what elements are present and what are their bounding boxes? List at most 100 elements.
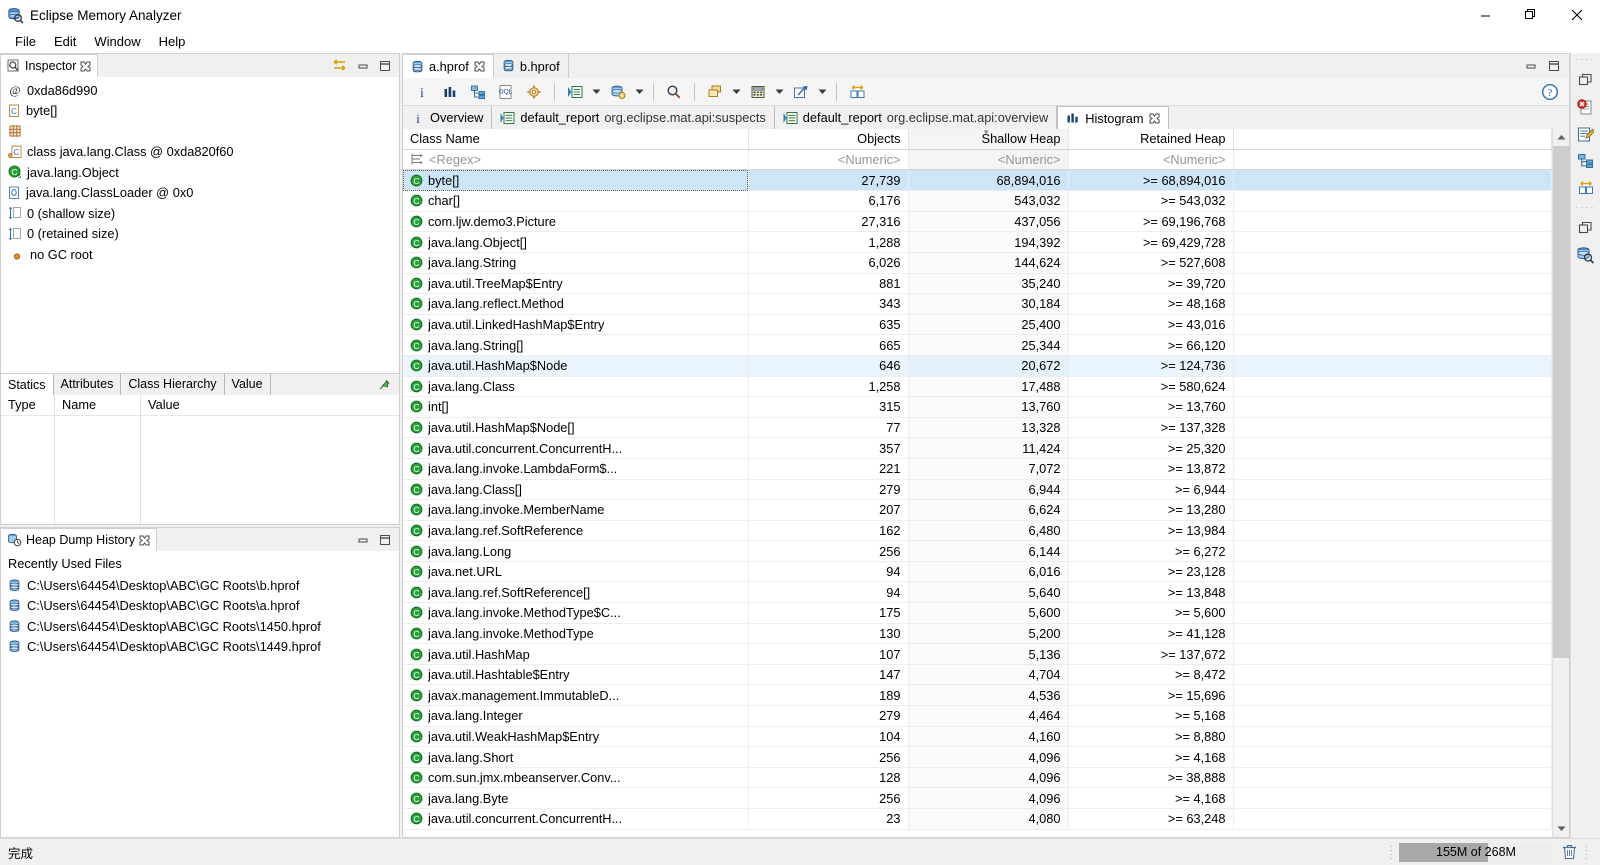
cell-objects[interactable]: 27,316 [748,211,909,233]
cell-retained-heap[interactable]: >= 543,032 [1068,190,1234,212]
cell-objects[interactable]: 6,176 [748,190,909,212]
cell-objects[interactable]: 189 [748,684,909,707]
col-shallow-heap[interactable]: ▾ Shallow Heap [908,128,1069,150]
table-row[interactable]: Cjava.lang.invoke.MemberName 207 6,624 >= 1… [403,499,1552,521]
query-browser-icon[interactable] [605,80,631,104]
cell-objects[interactable]: 279 [748,705,909,727]
chevron-down-icon[interactable] [773,80,786,104]
maximize-button[interactable] [1508,0,1554,30]
cell-class-name[interactable]: Cjava.lang.String[] [403,334,749,356]
chevron-down-icon[interactable] [590,80,603,104]
calculator-icon[interactable] [745,80,771,104]
close-icon[interactable] [474,61,485,72]
table-row[interactable]: Cjava.util.HashMap$Node[] 77 13,328 >= 137,… [403,417,1552,439]
table-row[interactable]: Cjava.lang.Class[] 279 6,944 >= 6,944 [403,479,1552,501]
cell-class-name[interactable]: Ccom.sun.jmx.mbeanserver.Conv... [403,767,749,789]
cell-class-name[interactable]: Cjava.lang.Integer [403,705,749,727]
dominator-tree-view-icon[interactable] [1574,150,1598,172]
col-retained-heap[interactable]: Retained Heap [1068,129,1234,150]
cell-objects[interactable]: 162 [748,520,909,542]
cell-objects[interactable]: 221 [748,458,909,480]
table-row[interactable]: Cjava.lang.invoke.LambdaForm$... 221 7,072… [403,458,1552,480]
result-tab-overview[interactable]: i Overview [403,106,493,129]
table-row[interactable]: Cjava.lang.Short 256 4,096 >= 4,168 [403,746,1552,768]
table-row[interactable]: Cjava.lang.String[] 665 25,344 >= 66,120 [403,334,1552,356]
cell-shallow-heap[interactable]: 4,160 [908,726,1069,748]
cell-objects[interactable]: 94 [748,561,909,583]
scroll-up-button[interactable] [1553,129,1569,146]
cell-retained-heap[interactable]: >= 23,128 [1068,561,1234,583]
table-row[interactable]: Cjava.lang.Integer 279 4,464 >= 5,168 [403,705,1552,727]
cell-class-name[interactable]: Cbyte[] [403,170,749,192]
table-row[interactable]: Cchar[] 6,176 543,032 >= 543,032 [403,190,1552,212]
find-icon[interactable] [661,80,687,104]
cell-objects[interactable]: 256 [748,540,909,562]
cell-class-name[interactable]: Cjava.lang.Long [403,540,749,562]
cell-shallow-heap[interactable]: 5,200 [908,623,1069,645]
cell-class-name[interactable]: Cjava.lang.ref.SoftReference[] [403,581,749,604]
cell-retained-heap[interactable]: >= 124,736 [1068,355,1234,377]
inspector-line-gc-root[interactable]: no GC root [1,244,399,265]
cell-retained-heap[interactable]: >= 41,128 [1068,623,1234,645]
heap-usage-bar[interactable]: 155M of 268M [1399,842,1553,862]
cell-shallow-heap[interactable]: 20,672 [908,355,1069,377]
cell-shallow-heap[interactable]: 194,392 [908,231,1069,253]
cell-objects[interactable]: 665 [748,334,909,356]
maximize-view-icon[interactable] [378,60,392,72]
inspector-view-icon[interactable] [1574,244,1598,266]
tab-inspector[interactable]: Inspector [1,54,99,77]
run-report-icon[interactable] [562,80,588,104]
inspector-line-classref[interactable]: C class java.lang.Class @ 0xda820f60 [1,142,399,163]
result-tab-default-report-suspects[interactable]: default_report org.eclipse.mat.api:suspe… [492,106,775,129]
cell-objects[interactable]: 23 [748,808,909,830]
cell-class-name[interactable]: Cjava.lang.Class[] [403,479,749,501]
cell-retained-heap[interactable]: >= 69,429,728 [1068,231,1234,253]
cell-objects[interactable]: 279 [748,479,909,501]
minimize-view-icon[interactable] [356,60,370,72]
heap-status-monitor[interactable]: :: 155M of 268M :: [1390,842,1600,862]
table-row[interactable]: Cbyte[] 27,739 68,894,016 >= 68,894,016 [403,170,1552,192]
cell-class-name[interactable]: Cjavax.management.ImmutableD... [403,684,749,707]
cell-retained-heap[interactable]: >= 8,472 [1068,664,1234,686]
cell-retained-heap[interactable]: >= 66,120 [1068,334,1234,356]
compare-icon[interactable] [844,80,870,104]
cell-objects[interactable]: 94 [748,581,909,604]
table-row[interactable]: Cjava.util.TreeMap$Entry 881 35,240 >= 39,7… [403,273,1552,295]
col-objects[interactable]: Objects [748,129,909,150]
table-row[interactable]: Ccom.sun.jmx.mbeanserver.Conv... 128 4,096… [403,767,1552,789]
cell-shallow-heap[interactable]: 4,096 [908,746,1069,768]
table-row[interactable]: Cjava.util.HashMap 107 5,136 >= 137,672 [403,643,1552,665]
table-row[interactable]: Cjava.lang.Byte 256 4,096 >= 4,168 [403,787,1552,809]
table-row[interactable]: Cjava.lang.invoke.MethodType 130 5,200 >= 4… [403,623,1552,645]
cell-class-name[interactable]: Cint[] [403,396,749,418]
error-log-icon[interactable] [1574,96,1598,118]
cell-shallow-heap[interactable]: 6,944 [908,479,1069,501]
cell-retained-heap[interactable]: >= 68,894,016 [1068,170,1234,192]
cell-objects[interactable]: 315 [748,396,909,418]
cell-class-name[interactable]: Cjava.lang.Byte [403,787,749,809]
cell-retained-heap[interactable]: >= 13,760 [1068,396,1234,418]
cell-objects[interactable]: 6,026 [748,252,909,274]
cell-shallow-heap[interactable]: 6,624 [908,499,1069,521]
cell-retained-heap[interactable]: >= 43,016 [1068,314,1234,336]
maximize-editor-icon[interactable] [1547,60,1561,72]
minimize-editor-icon[interactable] [1524,60,1538,72]
cell-class-name[interactable]: Cjava.net.URL [403,561,749,583]
cell-objects[interactable]: 128 [748,767,909,789]
cell-retained-heap[interactable]: >= 39,720 [1068,273,1234,295]
table-row[interactable]: Cjava.lang.Class 1,258 17,488 >= 580,624 [403,376,1552,398]
cell-retained-heap[interactable]: >= 137,328 [1068,417,1234,439]
inspector-line-array[interactable] [1,121,399,142]
inspector-line-classloader[interactable]: java.lang.ClassLoader @ 0x0 [1,183,399,204]
notes-editor-icon[interactable] [1574,123,1598,145]
cell-shallow-heap[interactable]: 4,080 [908,808,1069,830]
statics-col-type[interactable]: Type [1,394,55,415]
cell-retained-heap[interactable]: >= 527,608 [1068,252,1234,274]
menu-help[interactable]: Help [150,32,195,51]
table-row[interactable]: Cjava.util.LinkedHashMap$Entry 635 25,400 >… [403,314,1552,336]
result-tab-default-report-overview[interactable]: default_report org.eclipse.mat.api:overv… [774,106,1058,129]
tab-value[interactable]: Value [224,373,271,395]
statics-table-body[interactable] [1,415,399,524]
cell-class-name[interactable]: Cchar[] [403,190,749,212]
cell-retained-heap[interactable]: >= 69,196,768 [1068,211,1234,233]
